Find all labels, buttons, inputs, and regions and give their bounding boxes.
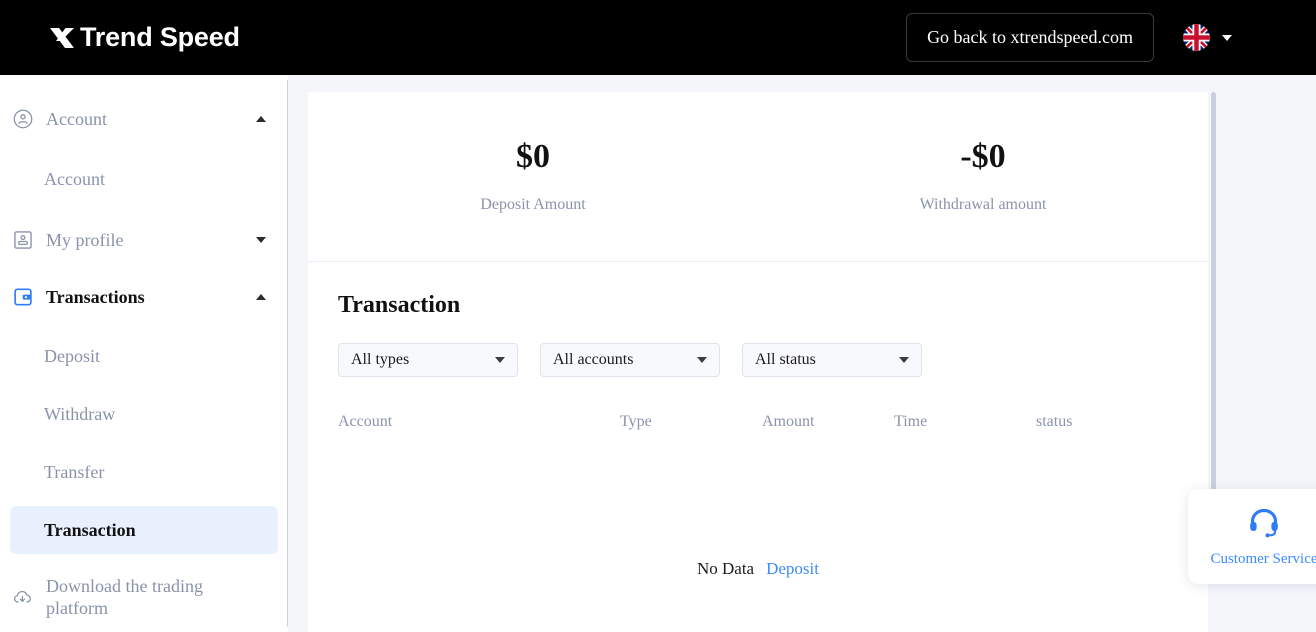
body-area: Account Account My profile Transactions: [0, 75, 1316, 632]
chevron-down-icon: [1222, 34, 1232, 41]
wallet-icon: [14, 288, 32, 306]
sidebar-item-transaction[interactable]: Transaction: [10, 506, 278, 554]
customer-service-label: Customer Service: [1210, 551, 1316, 567]
sidebar-item-account[interactable]: Account: [10, 155, 278, 203]
language-selector[interactable]: [1183, 24, 1232, 51]
filter-status-select[interactable]: All status: [742, 343, 922, 377]
column-header-status: status: [1036, 413, 1073, 430]
sidebar-item-withdraw[interactable]: Withdraw: [10, 390, 278, 438]
brand-logo[interactable]: Trend Speed: [48, 24, 240, 51]
stat-label: Withdrawal amount: [919, 195, 1047, 213]
sidebar-group-label: Transactions: [46, 286, 145, 307]
stat-value: $0: [516, 137, 550, 175]
sidebar-item-label: Account: [44, 168, 105, 189]
sidebar-item-deposit[interactable]: Deposit: [10, 332, 278, 380]
filter-type-value: All types: [351, 351, 410, 368]
main-scrollbar[interactable]: [1211, 92, 1216, 522]
top-bar-right: Go back to xtrendspeed.com: [906, 0, 1232, 75]
column-header-time: Time: [894, 413, 928, 430]
sidebar-group-transactions[interactable]: Transactions: [0, 273, 288, 321]
empty-state-deposit-link[interactable]: Deposit: [766, 559, 819, 579]
sidebar-group-my-profile[interactable]: My profile: [0, 216, 288, 264]
stat-deposit-amount: $0 Deposit Amount: [308, 92, 758, 261]
chevron-up-icon: [256, 116, 266, 122]
sidebar-group-label: My profile: [46, 229, 124, 250]
cloud-download-icon: [13, 590, 31, 603]
sidebar-group-account[interactable]: Account: [0, 95, 288, 143]
sidebar-item-label: Withdraw: [44, 403, 116, 424]
column-header-type: Type: [620, 413, 652, 430]
sidebar-item-download-platform[interactable]: Download the trading platform: [0, 568, 288, 626]
transactions-table-header: Account Type Amount Time status: [308, 413, 1208, 431]
empty-state-text: No Data: [696, 559, 755, 578]
chevron-up-icon: [256, 294, 266, 300]
transaction-card: $0 Deposit Amount -$0 Withdrawal amount …: [308, 92, 1208, 632]
top-bar: Trend Speed Go back to xtrendspeed.com: [0, 0, 1316, 75]
empty-state: No Data Deposit: [308, 559, 1208, 579]
sidebar-item-transfer[interactable]: Transfer: [10, 448, 278, 496]
chevron-down-icon: [495, 357, 505, 363]
chevron-down-icon: [899, 357, 909, 363]
stat-withdrawal-amount: -$0 Withdrawal amount: [758, 92, 1208, 261]
go-back-button[interactable]: Go back to xtrendspeed.com: [906, 12, 1154, 63]
column-header-account: Account: [338, 413, 393, 430]
sidebar-item-label: Deposit: [44, 345, 100, 366]
id-card-icon: [14, 231, 32, 249]
sidebar: Account Account My profile Transactions: [0, 75, 288, 632]
stats-row: $0 Deposit Amount -$0 Withdrawal amount: [308, 92, 1208, 262]
stat-value: -$0: [960, 137, 1006, 175]
headset-icon: [1250, 508, 1278, 538]
main-content: $0 Deposit Amount -$0 Withdrawal amount …: [288, 75, 1316, 632]
chevron-down-icon: [256, 237, 266, 243]
account-circle-icon: [13, 109, 33, 129]
sidebar-group-label: Account: [46, 108, 107, 129]
sidebar-item-label: Download the trading platform: [46, 575, 203, 619]
page-title: Transaction: [338, 292, 461, 318]
filter-account-value: All accounts: [553, 351, 634, 368]
chevron-down-icon: [697, 357, 707, 363]
uk-flag-icon: [1183, 24, 1210, 51]
x-logo-icon: [50, 27, 74, 48]
column-header-amount: Amount: [762, 413, 815, 430]
sidebar-item-label: Transfer: [44, 461, 105, 482]
sidebar-item-label: Transaction: [44, 519, 136, 540]
filter-bar: All types All accounts All status: [308, 319, 1208, 377]
stat-label: Deposit Amount: [480, 195, 586, 213]
filter-status-value: All status: [755, 351, 816, 368]
brand-name: Trend Speed: [80, 22, 240, 52]
filter-type-select[interactable]: All types: [338, 343, 518, 377]
filter-account-select[interactable]: All accounts: [540, 343, 720, 377]
customer-service-widget[interactable]: Customer Service: [1188, 489, 1316, 584]
